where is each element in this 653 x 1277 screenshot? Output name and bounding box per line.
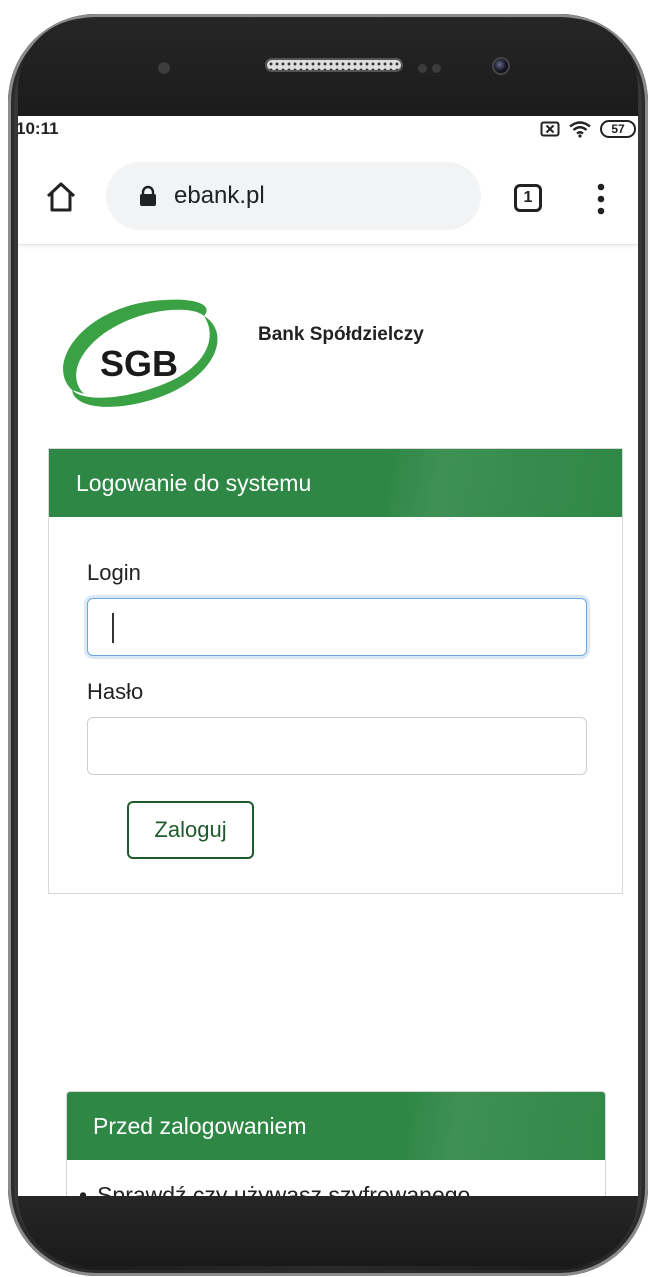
info-panel-header: Przed zalogowaniem <box>67 1092 605 1160</box>
login-input[interactable] <box>87 598 587 656</box>
sgb-logo[interactable]: SGB <box>54 294 244 412</box>
wifi-icon <box>569 121 591 138</box>
login-button[interactable]: Zaloguj <box>127 801 254 859</box>
text-caret <box>112 613 114 643</box>
login-panel-title: Logowanie do systemu <box>76 469 312 496</box>
info-panel-title: Przed zalogowaniem <box>93 1112 307 1139</box>
password-label: Hasło <box>87 679 144 704</box>
login-panel: Logowanie do systemu Login Hasło Zaloguj <box>48 448 623 894</box>
list-item: Sprawdź czy używasz szyfrowanego <box>79 1182 470 1196</box>
lock-icon <box>140 185 156 206</box>
status-time: 10:11 <box>18 119 59 138</box>
tab-switcher-button[interactable]: 1 <box>514 184 542 212</box>
password-input[interactable] <box>87 717 587 775</box>
notification-x-icon <box>540 121 560 137</box>
login-label: Login <box>87 560 141 585</box>
bank-name: Bank Spółdzielczy <box>258 324 424 345</box>
home-icon[interactable] <box>44 180 78 214</box>
login-panel-header: Logowanie do systemu <box>49 449 622 517</box>
earpiece-speaker <box>265 58 403 72</box>
browser-toolbar: ebank.pl 1 <box>18 142 638 245</box>
sensor-dot <box>432 64 441 73</box>
phone-bottom-bezel <box>18 1196 638 1266</box>
sensor-dot <box>418 64 427 73</box>
more-options-icon[interactable] <box>596 182 606 216</box>
status-bar: 10:11 57 <box>18 116 638 142</box>
phone-top-bezel <box>18 18 638 116</box>
address-bar[interactable]: ebank.pl <box>106 162 481 230</box>
logo-text: SGB <box>100 343 178 384</box>
battery-icon: 57 <box>600 120 636 138</box>
info-panel: Przed zalogowaniem Sprawdź czy używasz s… <box>66 1091 606 1196</box>
front-camera <box>492 57 510 75</box>
url-text: ebank.pl <box>174 182 265 209</box>
phone-screen: 10:11 57 ebank.pl 1 SGB Bank Spółdzielcz… <box>18 116 638 1196</box>
status-icons: 57 <box>540 120 636 138</box>
sensor-dot <box>158 62 170 74</box>
